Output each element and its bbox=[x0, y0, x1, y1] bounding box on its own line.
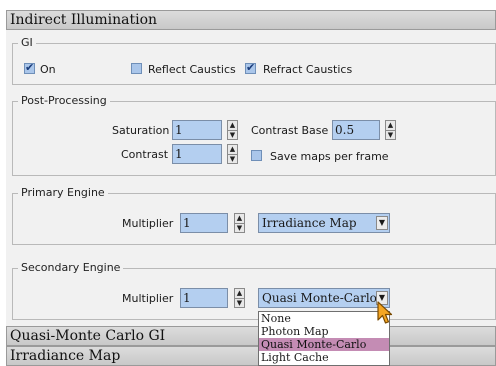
dropdown-option-light-cache[interactable]: Light Cache bbox=[259, 351, 389, 364]
contrast-base-field[interactable]: 0.5 bbox=[332, 120, 380, 140]
primary-engine-dropdown[interactable]: Irradiance Map ▼ bbox=[258, 213, 390, 233]
reflect-caustics-checkbox[interactable] bbox=[131, 63, 142, 74]
dropdown-option-photon-map[interactable]: Photon Map bbox=[259, 325, 389, 338]
irradiance-map-rollout-title[interactable]: Irradiance Map bbox=[6, 346, 496, 366]
chevron-down-icon[interactable]: ▼ bbox=[376, 216, 388, 230]
refract-caustics-label: Refract Caustics bbox=[263, 63, 353, 76]
save-maps-per-frame-label: Save maps per frame bbox=[270, 150, 389, 163]
spinner-up-icon[interactable]: ▲ bbox=[235, 289, 244, 299]
mouse-cursor-icon bbox=[377, 301, 393, 324]
contrast-base-spinner[interactable]: ▲ ▼ bbox=[385, 120, 396, 140]
spinner-down-icon[interactable]: ▼ bbox=[228, 155, 237, 164]
spinner-up-icon[interactable]: ▲ bbox=[228, 121, 237, 131]
primary-multiplier-label: Multiplier bbox=[122, 217, 174, 230]
contrast-label: Contrast bbox=[121, 148, 169, 161]
secondary-engine-group bbox=[12, 268, 496, 320]
primary-engine-group bbox=[12, 193, 496, 245]
spinner-down-icon[interactable]: ▼ bbox=[235, 224, 244, 233]
refract-caustics-checkbox[interactable] bbox=[245, 61, 256, 74]
indirect-illumination-rollout-title[interactable]: Indirect Illumination bbox=[6, 10, 496, 30]
primary-engine-legend: Primary Engine bbox=[18, 187, 108, 199]
reflect-caustics-label: Reflect Caustics bbox=[148, 63, 236, 76]
spinner-down-icon[interactable]: ▼ bbox=[386, 131, 395, 140]
primary-multiplier-spinner[interactable]: ▲ ▼ bbox=[234, 213, 245, 233]
gi-on-label: On bbox=[40, 63, 56, 76]
gi-legend: GI bbox=[18, 37, 36, 49]
spinner-up-icon[interactable]: ▲ bbox=[235, 214, 244, 224]
contrast-field[interactable]: 1 bbox=[172, 144, 222, 164]
post-processing-group bbox=[12, 101, 496, 176]
spinner-down-icon[interactable]: ▼ bbox=[228, 131, 237, 140]
contrast-base-label: Contrast Base bbox=[251, 124, 329, 137]
spinner-up-icon[interactable]: ▲ bbox=[228, 145, 237, 155]
secondary-multiplier-field[interactable]: 1 bbox=[180, 288, 228, 308]
saturation-field[interactable]: 1 bbox=[172, 120, 222, 140]
secondary-engine-dropdown[interactable]: Quasi Monte-Carlo ▼ bbox=[258, 288, 390, 308]
secondary-engine-dropdown-menu: None Photon Map Quasi Monte-Carlo Light … bbox=[258, 311, 390, 366]
dropdown-option-none[interactable]: None bbox=[259, 312, 389, 325]
contrast-spinner[interactable]: ▲ ▼ bbox=[227, 144, 238, 164]
spinner-down-icon[interactable]: ▼ bbox=[235, 299, 244, 308]
secondary-engine-value: Quasi Monte-Carlo bbox=[262, 291, 377, 305]
spinner-up-icon[interactable]: ▲ bbox=[386, 121, 395, 131]
secondary-multiplier-spinner[interactable]: ▲ ▼ bbox=[234, 288, 245, 308]
dropdown-option-quasi-monte-carlo[interactable]: Quasi Monte-Carlo bbox=[259, 338, 389, 351]
saturation-spinner[interactable]: ▲ ▼ bbox=[227, 120, 238, 140]
post-processing-legend: Post-Processing bbox=[18, 95, 110, 107]
saturation-label: Saturation bbox=[112, 124, 170, 137]
gi-on-checkbox[interactable] bbox=[24, 61, 35, 74]
quasi-monte-carlo-gi-rollout-title[interactable]: Quasi-Monte Carlo GI bbox=[6, 326, 496, 346]
secondary-engine-legend: Secondary Engine bbox=[18, 262, 124, 274]
primary-multiplier-field[interactable]: 1 bbox=[180, 213, 228, 233]
save-maps-per-frame-checkbox[interactable] bbox=[251, 150, 262, 161]
primary-engine-value: Irradiance Map bbox=[262, 216, 357, 230]
secondary-multiplier-label: Multiplier bbox=[122, 292, 174, 305]
